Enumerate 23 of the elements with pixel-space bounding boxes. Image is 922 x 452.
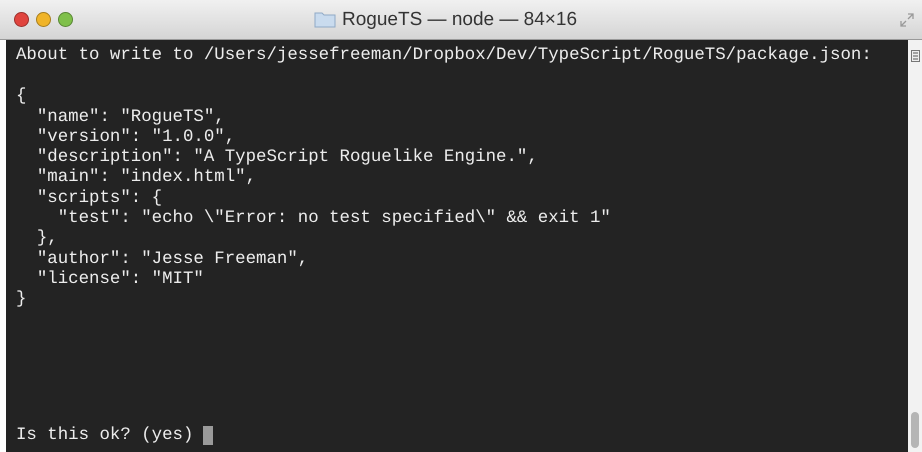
code-line: { — [16, 87, 28, 108]
zoom-button[interactable] — [58, 12, 73, 27]
marker-icon — [910, 50, 920, 62]
code-line: "test": "echo \"Error: no test specified\" && exit 1" — [56, 209, 612, 230]
code-line: }, — [36, 229, 59, 250]
code-line: "name": "RogueTS", — [36, 108, 226, 128]
code-line: "license": "MIT" — [36, 270, 205, 290]
folder-icon — [314, 11, 336, 28]
code-line: "description": "A TypeScript Roguelike Engine.", — [36, 148, 539, 168]
code-line: } — [16, 290, 28, 311]
code-line: "main": "index.html", — [36, 168, 258, 189]
text-cursor — [203, 426, 214, 446]
code-line: "author": "Jesse Freeman", — [36, 250, 310, 270]
minimize-button[interactable] — [36, 12, 51, 27]
terminal-line: About to write to /Users/jessefreeman/Dropbox/Dev/TypeScript/RogueTS/package.json: — [16, 46, 873, 66]
code-line: "scripts": { — [36, 188, 164, 209]
code-line: "version": "1.0.0", — [36, 128, 236, 148]
close-button[interactable] — [14, 12, 29, 27]
window-title: RogueTS — node — 84×16 — [342, 8, 578, 30]
scrollbar[interactable] — [908, 40, 922, 452]
scrollbar-thumb[interactable] — [911, 412, 919, 448]
fullscreen-icon[interactable] — [900, 12, 914, 26]
terminal-prompt: Is this ok? (yes) — [16, 426, 194, 446]
